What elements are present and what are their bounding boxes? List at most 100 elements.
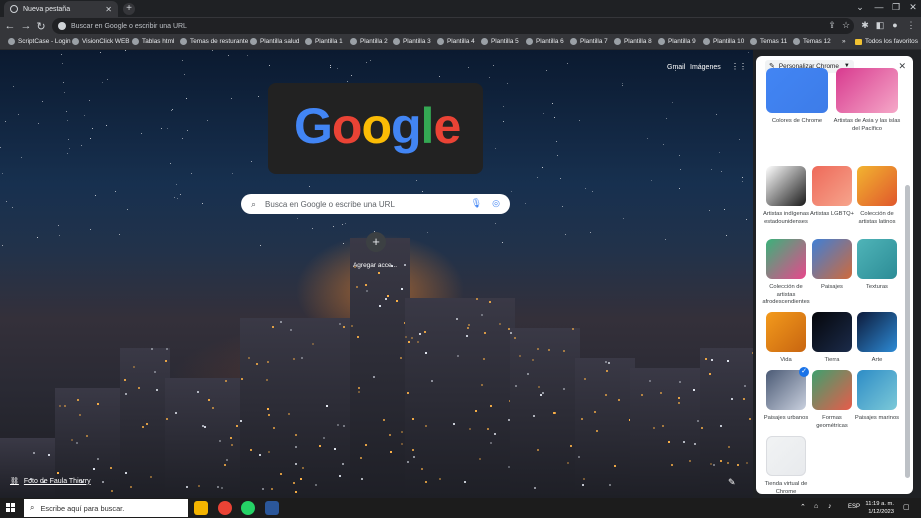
- close-panel-icon[interactable]: ✕: [898, 61, 906, 72]
- star-dot: [92, 128, 93, 129]
- window-light: [693, 389, 695, 391]
- bookmark-item[interactable]: Plantilla 8: [614, 38, 652, 45]
- window-light: [532, 359, 534, 361]
- theme-thumbnail[interactable]: [836, 68, 898, 113]
- theme-thumbnail[interactable]: [857, 166, 897, 206]
- bookmark-item[interactable]: Temas 12: [793, 38, 831, 45]
- bookmarks-bar: ScriptCase - Login VisionClick WEB Tabla…: [0, 36, 921, 50]
- theme-thumbnail[interactable]: [766, 68, 828, 113]
- theme-thumbnail[interactable]: [766, 166, 806, 206]
- tab-new-tab[interactable]: Nueva pestaña ✕: [4, 1, 118, 17]
- share-icon[interactable]: ⇪: [826, 20, 838, 31]
- restore-icon[interactable]: ❐: [889, 2, 903, 13]
- side-panel-icon[interactable]: ◧: [874, 20, 886, 31]
- tray-chevron-icon[interactable]: ⌃: [800, 503, 806, 511]
- clock[interactable]: 11:19 a. m. 1/12/2023: [864, 500, 894, 516]
- gmail-link[interactable]: Gmail: [667, 64, 685, 71]
- volume-icon[interactable]: ♪: [828, 503, 832, 510]
- minimize-icon[interactable]: —: [872, 2, 886, 12]
- theme-thumbnail[interactable]: [812, 312, 852, 352]
- bookmark-item[interactable]: Plantilla 2: [350, 38, 388, 45]
- tab-search-icon[interactable]: ⌄: [853, 2, 867, 13]
- bookmark-item[interactable]: Plantilla 4: [437, 38, 475, 45]
- theme-thumbnail[interactable]: [766, 239, 806, 279]
- bookmark-item[interactable]: Plantilla 3: [393, 38, 431, 45]
- file-explorer-icon[interactable]: [194, 501, 208, 515]
- forward-icon[interactable]: →: [20, 20, 32, 32]
- window-light: [343, 326, 345, 328]
- google-g-icon: [58, 22, 66, 30]
- address-bar[interactable]: Buscar en Google o escribir una URL: [52, 18, 854, 34]
- bookmark-item[interactable]: Plantilla salud: [250, 38, 299, 45]
- network-icon[interactable]: ⌂: [814, 503, 818, 510]
- windows-start-icon[interactable]: [6, 503, 16, 513]
- whatsapp-icon[interactable]: [241, 501, 255, 515]
- bookmark-item[interactable]: Temas de resturante: [180, 38, 248, 45]
- theme-thumbnail[interactable]: [857, 312, 897, 352]
- favicon-icon: [658, 38, 665, 45]
- bookmark-item[interactable]: Plantilla 9: [658, 38, 696, 45]
- bookmark-item[interactable]: Tablas html: [132, 38, 174, 45]
- all-bookmarks[interactable]: Todos los favoritos: [855, 38, 918, 45]
- google-lens-icon[interactable]: ◎: [492, 198, 500, 209]
- star-dot: [37, 237, 38, 238]
- window-light: [390, 451, 392, 453]
- theme-thumbnail[interactable]: [766, 312, 806, 352]
- language-indicator[interactable]: ESP: [848, 504, 860, 510]
- bookmark-item[interactable]: Plantilla 6: [526, 38, 564, 45]
- theme-thumbnail[interactable]: [857, 239, 897, 279]
- bookmark-item[interactable]: Plantilla 7: [570, 38, 608, 45]
- bookmark-item[interactable]: VisionClick WEB: [72, 38, 129, 45]
- edit-pencil-icon[interactable]: ✎: [728, 477, 736, 488]
- reload-icon[interactable]: ↻: [35, 20, 47, 33]
- bookmark-item[interactable]: Plantilla 10: [703, 38, 744, 45]
- bookmark-item[interactable]: Temas 11: [750, 38, 787, 45]
- building: [240, 318, 360, 498]
- panel-scrollbar[interactable]: [905, 185, 910, 478]
- window-light: [425, 352, 427, 354]
- bookmark-item[interactable]: Plantilla 5: [481, 38, 519, 45]
- theme-thumbnail[interactable]: [812, 166, 852, 206]
- word-icon[interactable]: [265, 501, 279, 515]
- taskbar-search[interactable]: ⌕ Escribe aquí para buscar.: [24, 499, 188, 517]
- star-dot: [176, 184, 177, 185]
- window-light: [710, 463, 712, 465]
- window-light: [534, 487, 536, 489]
- building: [120, 348, 170, 498]
- photo-credit-link[interactable]: ⛓ Foto de Faula Thierry: [10, 477, 91, 486]
- theme-thumbnail[interactable]: [812, 370, 852, 410]
- theme-thumbnail[interactable]: [766, 436, 806, 476]
- favicon-icon: [305, 38, 312, 45]
- menu-icon[interactable]: ⋮: [905, 20, 917, 31]
- star-dot: [161, 128, 162, 129]
- window-light: [166, 348, 168, 350]
- window-light: [268, 451, 270, 453]
- bookmark-item[interactable]: ScriptCase - Login: [8, 38, 71, 45]
- search-box[interactable]: ⌕ Busca en Google o escribe una URL 🎙 ◎: [241, 194, 510, 214]
- window-light: [606, 370, 608, 372]
- google-apps-icon[interactable]: ⋮⋮: [731, 63, 747, 71]
- google-doodle[interactable]: Google: [268, 83, 483, 174]
- back-icon[interactable]: ←: [4, 20, 16, 32]
- window-light: [412, 449, 414, 451]
- microphone-icon[interactable]: 🎙: [471, 198, 482, 209]
- chrome-taskbar-icon[interactable]: [218, 501, 232, 515]
- extensions-icon[interactable]: ✱: [859, 20, 871, 31]
- window-light: [197, 391, 199, 393]
- bookmark-star-icon[interactable]: ☆: [840, 20, 852, 31]
- bookmark-item[interactable]: Plantilla 1: [305, 38, 343, 45]
- new-tab-button[interactable]: +: [123, 3, 135, 15]
- window-light: [295, 446, 297, 448]
- add-shortcut-button[interactable]: +: [366, 232, 386, 252]
- theme-label: Paisajes marinos: [854, 415, 900, 421]
- close-tab-icon[interactable]: ✕: [105, 5, 112, 14]
- images-link[interactable]: Imágenes: [690, 64, 721, 71]
- window-light: [662, 425, 664, 427]
- profile-icon[interactable]: ●: [889, 20, 901, 30]
- close-window-icon[interactable]: ✕: [906, 2, 920, 13]
- window-light: [567, 462, 569, 464]
- notifications-icon[interactable]: ▢: [903, 503, 910, 511]
- theme-thumbnail[interactable]: [812, 239, 852, 279]
- more-bookmarks-button[interactable]: »: [842, 38, 846, 45]
- theme-thumbnail[interactable]: [857, 370, 897, 410]
